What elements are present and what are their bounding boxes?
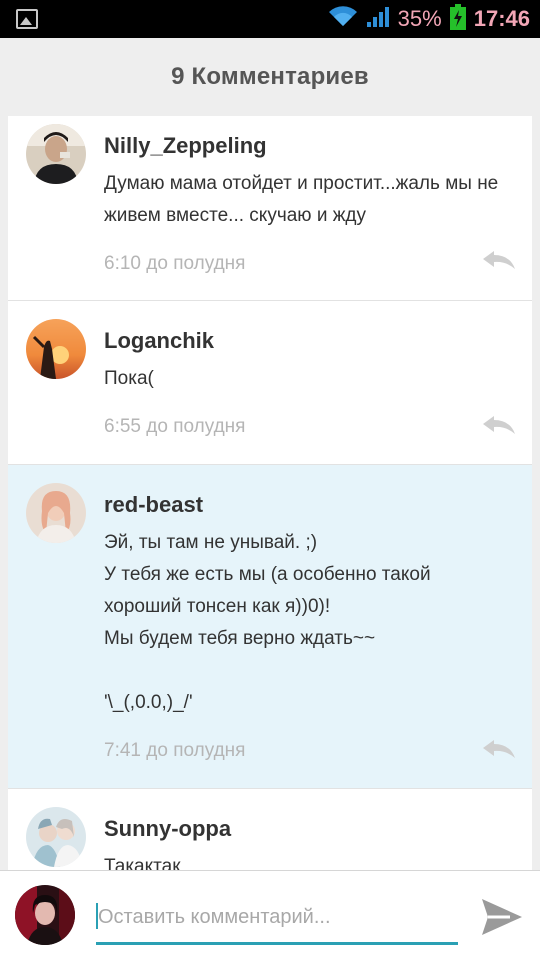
page-title: 9 Комментариев bbox=[171, 63, 369, 90]
comment-item[interactable]: Sunny-oppa Такактак bbox=[8, 789, 532, 870]
comment-item[interactable]: Nilly_Zeppeling Думаю мама отойдет и про… bbox=[8, 116, 532, 301]
comment-item[interactable]: red-beast Эй, ты там не унывай. ;) У теб… bbox=[8, 465, 532, 789]
wifi-icon bbox=[328, 5, 358, 33]
avatar[interactable] bbox=[15, 885, 75, 945]
send-icon bbox=[482, 899, 522, 935]
reply-icon[interactable] bbox=[482, 738, 516, 760]
reply-icon[interactable] bbox=[482, 414, 516, 436]
comments-header: 9 Комментариев bbox=[0, 38, 540, 116]
comment-input[interactable] bbox=[98, 897, 456, 937]
comment-text: Эй, ты там не унывай. ;) У тебя же есть … bbox=[104, 532, 431, 713]
comment-text: Думаю мама отойдет и простит...жаль мы н… bbox=[104, 173, 504, 226]
avatar[interactable] bbox=[26, 124, 86, 184]
avatar[interactable] bbox=[26, 807, 86, 867]
comments-list[interactable]: Nilly_Zeppeling Думаю мама отойдет и про… bbox=[8, 116, 532, 870]
comment-composer bbox=[0, 870, 540, 960]
comment-author[interactable]: red-beast bbox=[104, 491, 512, 519]
comment-time: 7:41 до полудня bbox=[104, 740, 246, 761]
reply-icon[interactable] bbox=[482, 249, 516, 271]
comment-author[interactable]: Loganchik bbox=[104, 327, 512, 355]
battery-percent: 35% bbox=[397, 6, 442, 31]
status-bar-right: 35% 17:46 bbox=[328, 0, 530, 38]
avatar[interactable] bbox=[26, 319, 86, 379]
comment-author[interactable]: Sunny-oppa bbox=[104, 815, 512, 843]
avatar[interactable] bbox=[26, 483, 86, 543]
comment-text: Такактак bbox=[104, 856, 181, 870]
clock: 17:46 bbox=[473, 6, 530, 31]
comment-author[interactable]: Nilly_Zeppeling bbox=[104, 132, 512, 160]
comment-item[interactable]: Loganchik Пока( 6:55 до полудня bbox=[8, 301, 532, 465]
comment-time: 6:10 до полудня bbox=[104, 253, 246, 274]
image-notification-icon bbox=[16, 9, 38, 29]
status-bar: 35% 17:46 bbox=[0, 0, 540, 38]
comment-input-field[interactable] bbox=[96, 897, 458, 945]
comment-time: 6:55 до полудня bbox=[104, 416, 246, 437]
send-button[interactable] bbox=[480, 895, 524, 939]
battery-charging-icon bbox=[449, 3, 466, 35]
comment-text: Пока( bbox=[104, 368, 154, 389]
signal-icon bbox=[366, 6, 390, 33]
